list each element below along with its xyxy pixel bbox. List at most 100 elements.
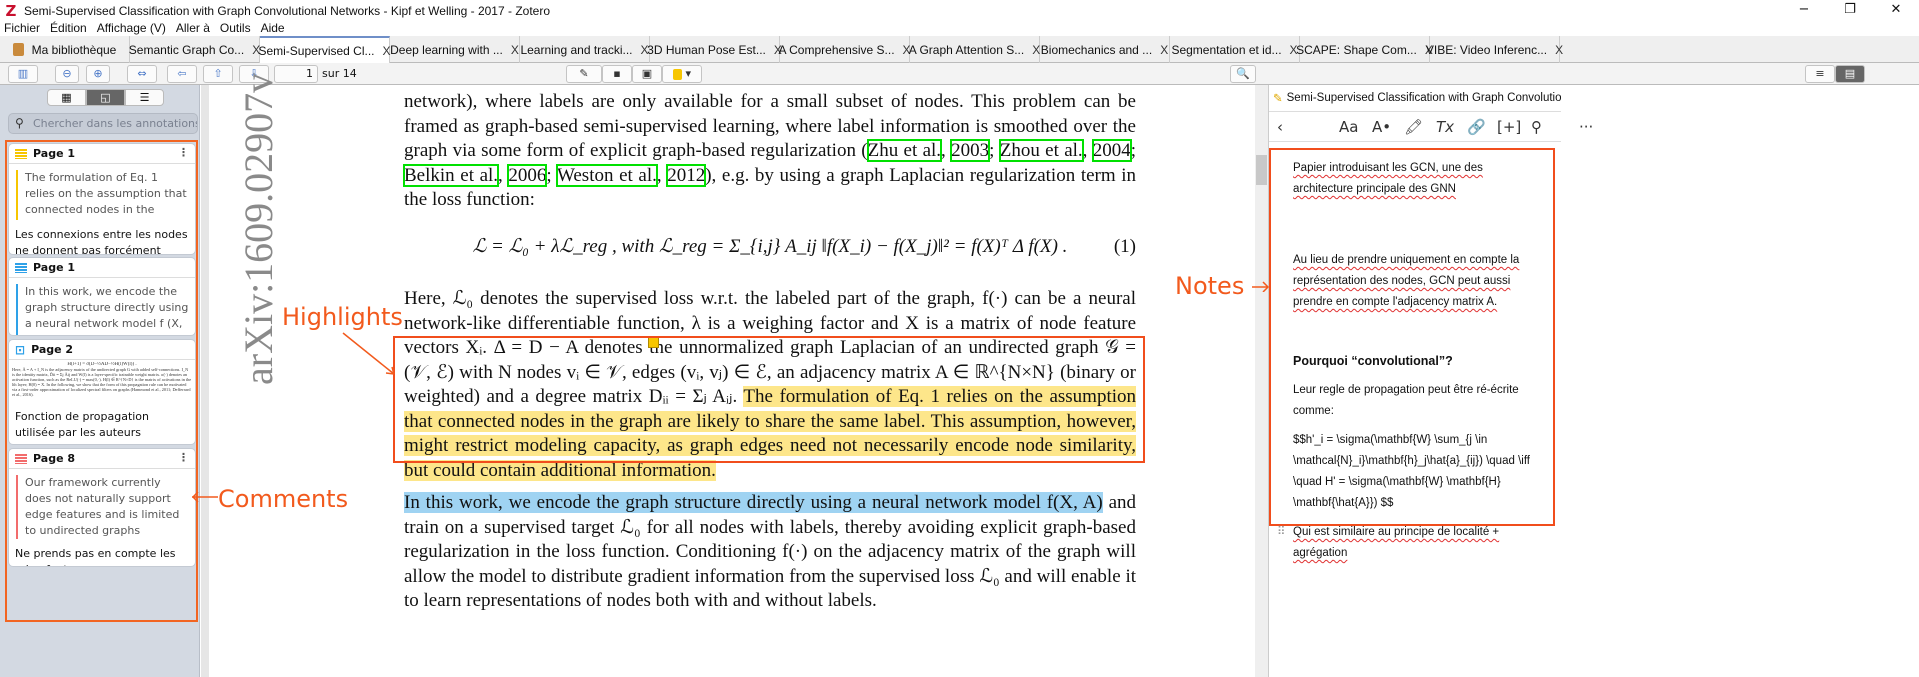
tab[interactable]: 3D Human Pose Est... X (647, 36, 782, 63)
zoom-out-button[interactable]: ⊖ (55, 65, 79, 83)
note-text: Qui est similaire au principe de localit… (1293, 526, 1500, 559)
more-icon[interactable]: ··· (1579, 118, 1593, 136)
notes-pane-toggle[interactable]: ▤ (1835, 65, 1865, 83)
menu-item[interactable]: Outils (220, 21, 251, 36)
search-icon[interactable]: ⚲ (1531, 118, 1542, 136)
pdf-scrollbar[interactable] (1255, 85, 1268, 677)
insert-citation-icon[interactable]: [+] (1497, 118, 1521, 136)
tab-label: Semantic Graph Co... (128, 42, 245, 57)
tab[interactable]: Segmentation et id... X (1170, 36, 1300, 63)
tab-label: 3D Human Pose Est... (647, 42, 766, 57)
find-button[interactable]: 🔍 (1230, 65, 1256, 83)
close-button[interactable]: ✕ (1873, 0, 1919, 21)
annotation-card[interactable]: Page 8 ⋮ Our framework currently does not… (9, 449, 195, 566)
close-tab-icon[interactable]: X (511, 43, 519, 57)
clear-formatting-icon[interactable]: Tx (1436, 118, 1454, 136)
note-text: Papier introduisant les GCN, une des arc… (1293, 162, 1483, 195)
thumbnails-view-button[interactable]: ▦ (47, 89, 86, 106)
link-icon[interactable]: 🔗 (1467, 118, 1486, 136)
annotation-comment[interactable]: Ne prends pas en compte les edge feature… (15, 546, 189, 566)
menu-item[interactable]: Fichier (4, 21, 40, 36)
blue-highlight[interactable]: In this work, we encode the graph struct… (404, 492, 1103, 513)
annotation-comment[interactable]: Les connexions entre les nodes ne donnen… (15, 227, 189, 254)
annotation-search-input[interactable]: ⚲ Chercher dans les annotations (8, 113, 198, 134)
tab[interactable]: Deep learning with ... X (390, 36, 520, 63)
tab[interactable]: Semi-Supervised Cl... X (258, 36, 391, 64)
area-tool[interactable]: ▣ (632, 65, 662, 83)
tab[interactable]: Ma bibliothèque (0, 36, 130, 63)
annotation-comment[interactable]: Fonction de propagation utilisée par les… (15, 409, 189, 441)
previous-page-button[interactable]: ⇧ (203, 65, 233, 83)
highlights-callout-box (393, 336, 1145, 463)
outline-view-button[interactable]: ☰ (125, 89, 164, 106)
tab[interactable]: Semantic Graph Co... X (128, 36, 260, 63)
close-tab-icon[interactable]: X (1555, 43, 1563, 57)
tab[interactable]: Learning and tracki... X (520, 36, 650, 63)
search-placeholder: Chercher dans les annotations (33, 117, 198, 130)
tab[interactable]: SCAPE: Shape Com... X (1296, 36, 1433, 63)
close-tab-icon[interactable]: X (1160, 43, 1168, 57)
color-picker-button[interactable]: ▾ (662, 65, 702, 83)
toggle-sidebar-button[interactable]: ▥ (8, 65, 38, 83)
equation-body: ℒ = ℒ₀ + λℒ_reg , with ℒ_reg = Σ_{i,j} A… (472, 235, 1068, 257)
annotation-card[interactable]: Page 1 ⋮ The formulation of Eq. 1 relies … (9, 144, 195, 254)
annotation-list: Page 1 ⋮ The formulation of Eq. 1 relies … (5, 140, 198, 622)
search-icon: ⚲ (15, 116, 24, 130)
citation-link[interactable]: 2012 (666, 163, 707, 187)
font-format-icon[interactable]: Aa (1339, 118, 1358, 136)
tab[interactable]: Biomechanics and ... X (1040, 36, 1170, 63)
citation-link[interactable]: 2006 (507, 163, 548, 187)
tab[interactable]: A Graph Attention S... X (909, 36, 1040, 63)
tab-label: Biomechanics and ... (1040, 42, 1153, 57)
citation-link[interactable]: Zhou et al. (998, 139, 1084, 162)
title-bar: Z Semi-Supervised Classification with Gr… (0, 0, 1919, 21)
annotation-image: H(l+1) = σ(D̃−½ÃD̃−½H(l)W(l)) . Here, Ã … (12, 362, 192, 402)
back-icon[interactable]: ‹ (1277, 118, 1283, 136)
scrollbar-thumb[interactable] (1256, 155, 1267, 185)
tab-label: Learning and tracki... (520, 42, 633, 57)
tab[interactable]: VIBE: Video Inferenc... X (1426, 36, 1563, 63)
annotation-page: Page 8 (33, 452, 76, 465)
tab-label: Deep learning with ... (390, 42, 503, 57)
annotation-card[interactable]: ⊡ Page 2 H(l+1) = σ(D̃−½ÃD̃−½H(l)W(l)) . … (9, 340, 195, 444)
maximize-button[interactable]: ❐ (1827, 0, 1873, 21)
page-gutter (201, 85, 209, 677)
fit-width-button[interactable]: ⇔ (127, 65, 157, 83)
comments-arrow-icon (191, 491, 218, 503)
window-title: Semi-Supervised Classification with Grap… (24, 3, 551, 18)
notes-pane: ✎ Semi-Supervised Classification with Gra… (1268, 85, 1919, 677)
more-options-icon[interactable]: ⋮ (178, 451, 189, 464)
zoom-in-button[interactable]: ⊕ (86, 65, 110, 83)
menu-item[interactable]: Affichage (V) (97, 21, 166, 36)
annotations-view-button[interactable]: ◱ (86, 89, 125, 106)
text-highlight-tool[interactable]: ✎ (566, 65, 602, 83)
note-tool[interactable]: ▪ (602, 65, 632, 83)
more-options-icon[interactable]: ⋮ (178, 146, 189, 159)
highlight-icon (15, 148, 27, 159)
citation-link[interactable]: 2003 (950, 139, 991, 162)
citation-link[interactable]: 2004 (1091, 139, 1132, 162)
menu-bar: Fichier Édition Affichage (V) Aller à Outils… (0, 21, 1919, 36)
context-pane-toggle[interactable]: ≡ (1805, 65, 1835, 83)
highlight-text-icon[interactable]: 🖍 (1404, 118, 1423, 136)
note-heading: Pourquoi “convolutional”? (1293, 354, 1453, 368)
highlight-icon (15, 453, 27, 464)
tab-bar: Ma bibliothèque Semantic Graph Co... X Semi… (0, 36, 1919, 64)
minimize-button[interactable]: − (1781, 0, 1827, 21)
tab[interactable]: A Comprehensive S... X (778, 36, 911, 63)
highlights-arrow-icon (342, 332, 395, 375)
tab-label: A Comprehensive S... (778, 42, 895, 57)
text-color-icon[interactable]: A• (1372, 118, 1391, 136)
citation-link[interactable]: Zhu et al. (866, 139, 943, 162)
back-button[interactable]: ⇦ (167, 65, 197, 83)
citation-link[interactable]: Weston et al. (555, 163, 658, 187)
annotation-page: Page 1 (33, 261, 76, 274)
image-text: Here, Ã = A + I_N is the adjacency matri… (12, 367, 192, 397)
annotation-card[interactable]: Page 1 In this work, we encode the graph… (9, 258, 195, 335)
menu-item[interactable]: Aide (261, 21, 285, 36)
citation-link[interactable]: Belkin et al. (402, 163, 500, 187)
note-editor[interactable]: Papier introduisant les GCN, une des arc… (1269, 148, 1555, 559)
menu-item[interactable]: Édition (50, 21, 87, 36)
menu-item[interactable]: Aller à (176, 21, 210, 36)
drag-handle-icon[interactable]: ⠿ (1277, 522, 1285, 543)
